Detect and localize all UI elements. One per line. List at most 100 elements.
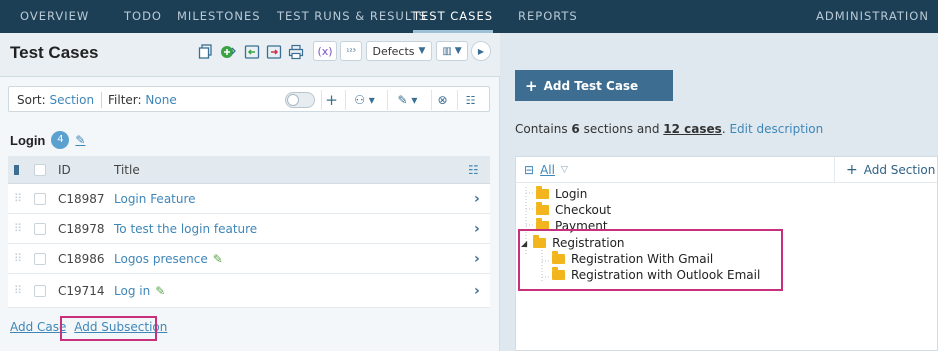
case-title-link[interactable]: Logos presence <box>114 252 208 266</box>
case-title-link[interactable]: Login Feature <box>114 192 196 206</box>
edit-note-icon[interactable]: ✎ <box>155 284 165 298</box>
sort-value[interactable]: Section <box>49 93 94 107</box>
edit-dropdown[interactable]: ✎ ▾ <box>387 90 427 110</box>
assign-user-icon: ⚇ ▾ <box>354 93 375 107</box>
columns-icon: ▥ <box>442 45 452 57</box>
numbering-icon: ¹²³ <box>346 46 356 56</box>
edit-note-icon[interactable]: ✎ <box>213 252 223 266</box>
nav-test-runs[interactable]: TEST RUNS & RESULTS <box>277 0 427 33</box>
case-title-link[interactable]: To test the login feature <box>114 222 257 236</box>
row-checkbox[interactable] <box>34 184 46 213</box>
chevron-right-icon[interactable]: › <box>474 274 480 307</box>
numbering-button[interactable]: ¹²³ <box>340 41 362 61</box>
sort-control[interactable]: Sort: Section <box>17 93 94 107</box>
table-row[interactable]: ⠿ C19714 Log in ✎ › <box>8 274 490 308</box>
page-title: Test Cases <box>10 43 99 62</box>
drag-handle-icon[interactable]: ⠿ <box>14 184 22 213</box>
toggle-switch[interactable] <box>285 92 315 108</box>
defects-label: Defects <box>372 44 415 58</box>
filter-value[interactable]: None <box>145 93 176 107</box>
column-settings-icon[interactable]: ☷ <box>468 156 479 183</box>
nav-reports[interactable]: REPORTS <box>518 0 578 33</box>
node-label: Checkout <box>555 203 612 217</box>
case-title-cell: Log in ✎ <box>114 274 165 307</box>
delete-button[interactable]: ⊗ <box>431 90 453 110</box>
export-icon[interactable] <box>266 44 282 60</box>
sort-filter-bar: Sort: Section Filter: None + ⚇ ▾ ✎ ▾ ⊗ ☷ <box>8 86 490 112</box>
select-all-checkbox[interactable] <box>34 156 46 183</box>
assign-dropdown[interactable]: ⚇ ▾ <box>345 90 383 110</box>
chevron-down-icon: ▼ <box>418 46 426 56</box>
row-checkbox[interactable] <box>34 244 46 273</box>
copy-icon[interactable] <box>198 44 214 60</box>
chevron-right-icon[interactable]: › <box>474 244 480 273</box>
play-icon: ▶ <box>477 46 485 56</box>
case-title-cell: Login Feature <box>114 184 196 213</box>
variables-icon: (x) <box>317 44 333 58</box>
nav-administration[interactable]: ADMINISTRATION <box>816 0 929 33</box>
highlight-box-registration <box>518 229 783 291</box>
tree-node-login[interactable]: Login <box>536 186 587 202</box>
table-row[interactable]: ⠿ C18978 To test the login feature › <box>8 214 490 244</box>
filter-control[interactable]: Filter: None <box>108 93 177 107</box>
chevron-right-icon[interactable]: › <box>474 184 480 213</box>
section-summary: Contains 6 sections and 12 cases. Edit d… <box>515 122 823 136</box>
drag-handle-icon[interactable]: ⠿ <box>14 214 22 243</box>
highlight-box-add-subsection <box>60 316 157 341</box>
add-green-icon[interactable] <box>220 44 236 60</box>
column-id[interactable]: ID <box>58 156 71 183</box>
test-cases-panel: Test Cases (x) ¹²³ Defects ▼ ▥ ▼ ▶ Sort:… <box>0 33 500 351</box>
summary-prefix: Contains <box>515 122 568 136</box>
chevron-right-icon[interactable]: › <box>474 214 480 243</box>
nav-overview[interactable]: OVERVIEW <box>20 0 89 33</box>
add-case-link[interactable]: Add Case <box>10 320 66 334</box>
top-nav: OVERVIEW TODO MILESTONES TEST RUNS & RES… <box>0 0 938 33</box>
add-test-case-button[interactable]: + Add Test Case <box>515 70 673 101</box>
column-title[interactable]: Title <box>114 156 140 183</box>
select-all-grip <box>14 156 19 183</box>
tree-node-checkout[interactable]: Checkout <box>536 202 611 218</box>
nav-test-cases[interactable]: TEST CASES <box>413 0 494 33</box>
toggle-knob <box>287 94 299 106</box>
drag-handle-icon[interactable]: ⠿ <box>14 274 22 307</box>
plus-icon: + <box>525 76 538 95</box>
folder-icon <box>536 186 549 199</box>
filter-label: Filter: <box>108 93 142 107</box>
import-icon[interactable] <box>244 44 260 60</box>
run-button[interactable]: ▶ <box>471 41 491 61</box>
row-checkbox[interactable] <box>34 274 46 307</box>
print-icon[interactable] <box>288 44 304 60</box>
section-header: Login 4 ✎ <box>10 130 85 150</box>
defects-dropdown[interactable]: Defects ▼ <box>366 41 432 61</box>
case-title-link[interactable]: Log in <box>114 284 150 298</box>
pencil-icon: ✎ ▾ <box>397 93 418 107</box>
variables-button[interactable]: (x) <box>313 41 337 61</box>
edit-description-link[interactable]: Edit description <box>729 122 823 136</box>
nav-milestones[interactable]: MILESTONES <box>177 0 261 33</box>
sections-count: 6 <box>571 122 580 136</box>
section-tree: ⊟ All ▽ + Add Section Login Checkout Pay… <box>515 156 938 351</box>
chevron-down-icon: ▼ <box>454 46 462 56</box>
title-bar: Test Cases (x) ¹²³ Defects ▼ ▥ ▼ ▶ <box>0 33 500 77</box>
add-test-case-label: Add Test Case <box>543 78 639 93</box>
cases-count: 12 cases <box>663 122 722 136</box>
case-count-badge: 4 <box>51 131 70 149</box>
list-icon: ☷ <box>465 93 476 107</box>
close-circle-icon: ⊗ <box>437 93 448 107</box>
add-button[interactable]: + <box>321 90 341 110</box>
table-row[interactable]: ⠿ C18987 Login Feature › <box>8 184 490 214</box>
edit-pencil-icon[interactable]: ✎ <box>75 133 85 147</box>
case-title-cell: Logos presence ✎ <box>114 244 223 273</box>
drag-handle-icon[interactable]: ⠿ <box>14 244 22 273</box>
table-header: ID Title ☷ <box>8 156 490 184</box>
columns-dropdown[interactable]: ▥ ▼ <box>436 41 468 61</box>
case-id: C19714 <box>58 283 105 298</box>
summary-suffix: . <box>721 122 726 136</box>
plus-icon: + <box>325 91 338 109</box>
nav-todo[interactable]: TODO <box>124 0 162 33</box>
list-view-button[interactable]: ☷ <box>457 90 483 110</box>
row-checkbox[interactable] <box>34 214 46 243</box>
sort-label: Sort: <box>17 93 46 107</box>
case-id: C18987 <box>58 191 105 206</box>
table-row[interactable]: ⠿ C18986 Logos presence ✎ › <box>8 244 490 274</box>
